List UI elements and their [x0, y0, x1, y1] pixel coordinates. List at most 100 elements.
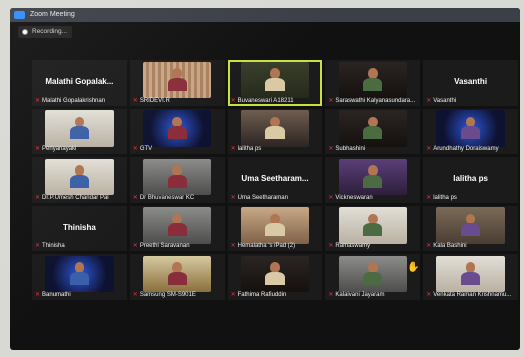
- record-icon: [22, 29, 28, 35]
- participant-body: [461, 271, 481, 285]
- participant-name-label: ✕ Ramaswamy: [328, 242, 418, 249]
- participant-body: [265, 77, 285, 91]
- participant-tile[interactable]: ✕ lalitha ps: [227, 108, 323, 154]
- participant-name-label: ✕ Hemalatha 's iPad (2): [231, 242, 321, 249]
- participant-video: [240, 255, 310, 293]
- participant-name-label: ✕ lalitha ps: [426, 194, 516, 201]
- participant-name: Malathi Gopalakrishnan: [42, 97, 106, 104]
- participant-tile[interactable]: ✕ Periyanayaki: [32, 108, 127, 154]
- gallery-grid: Malathi Gopalak... ✕ Malathi Gopalakrishna…: [32, 60, 518, 348]
- participant-video: [338, 61, 407, 99]
- participant-name-label: ✕ Subhashini: [328, 145, 418, 152]
- participant-tile[interactable]: ✕ Kalaivani Jayaram: [325, 254, 421, 300]
- participant-tile[interactable]: ✕ Ramaswamy: [325, 205, 421, 251]
- participant-body: [167, 126, 187, 140]
- participant-name-label: ✕ Venkata Raman Krishnamu...: [426, 291, 516, 298]
- participant-video: [45, 158, 114, 196]
- participant-head: [270, 262, 280, 273]
- mic-muted-icon: ✕: [328, 291, 334, 298]
- mic-muted-icon: ✕: [35, 194, 41, 201]
- mic-muted-icon: ✕: [132, 146, 138, 152]
- participant-video: [436, 207, 505, 244]
- participant-name: Fathima Rafiuddin: [237, 291, 287, 298]
- participant-name: Uma Seetharaman: [237, 194, 288, 201]
- participant-display-name: Thinisha: [62, 222, 96, 232]
- participant-figure: [69, 116, 89, 140]
- participant-body: [363, 174, 383, 188]
- mic-muted-icon: ✕: [328, 97, 334, 104]
- participant-name: Vickneswaran: [335, 194, 373, 201]
- participant-name: Dr.P.Umesh Chandar Pal: [42, 194, 109, 201]
- participant-name: lalitha ps: [433, 194, 457, 201]
- participant-tile[interactable]: ✕ Fathima Rafiuddin: [227, 254, 323, 300]
- participant-name-label: ✕ Thinisha: [35, 242, 125, 249]
- participant-body: [167, 174, 187, 188]
- participant-name: Venkata Raman Krishnamu...: [433, 291, 512, 298]
- participant-name: Subhashini: [335, 146, 366, 152]
- mic-muted-icon: ✕: [426, 194, 432, 201]
- participant-name: Banumathi: [42, 291, 71, 298]
- participant-video: [240, 207, 310, 244]
- participant-tile[interactable]: ✕ Hemalatha 's iPad (2): [227, 205, 323, 251]
- participant-name: SRIDEVI.R: [139, 97, 170, 104]
- mic-muted-icon: ✕: [426, 97, 432, 104]
- participant-name: Kala Bashini: [433, 243, 467, 249]
- participant-body: [461, 126, 481, 140]
- participant-tile[interactable]: ✕ Samsung SM-S901E: [129, 254, 225, 300]
- participant-display-name: Vasanthi: [454, 77, 488, 87]
- participant-tile[interactable]: ✕ GTV: [129, 108, 225, 154]
- participant-tile[interactable]: ✕ Vickneswaran: [325, 157, 421, 203]
- participant-tile[interactable]: ✕ Arundhathy Doraiswamy: [423, 108, 518, 154]
- participant-tile[interactable]: ✕ Dr Bhuvaneswar KC: [129, 157, 225, 203]
- recording-label: Recording...: [32, 28, 68, 35]
- participant-head: [367, 68, 378, 79]
- participant-video: [338, 110, 407, 147]
- participant-tile[interactable]: ✕ Subhashini: [325, 108, 421, 154]
- mic-muted-icon: ✕: [132, 194, 138, 201]
- participant-tile[interactable]: ✕ Kala Bashini: [423, 205, 518, 251]
- participant-figure: [363, 165, 383, 188]
- participant-figure: [461, 262, 481, 285]
- mic-muted-icon: ✕: [230, 243, 236, 249]
- mic-muted-icon: ✕: [426, 243, 432, 249]
- participant-name: Buvaneswari A18211: [237, 97, 294, 104]
- participant-video: [240, 61, 310, 99]
- participant-body: [69, 271, 89, 285]
- participant-tile[interactable]: Uma Seetharam... ✕ Uma Seetharaman: [227, 157, 323, 203]
- participant-tile[interactable]: ✕ Dr.P.Umesh Chandar Pal: [32, 157, 127, 203]
- participant-head: [270, 68, 280, 79]
- participant-head: [465, 262, 476, 273]
- recording-indicator[interactable]: Recording...: [18, 26, 73, 38]
- participant-tile[interactable]: ✕ Buvaneswari A18211: [227, 60, 323, 106]
- mic-muted-icon: ✕: [426, 291, 432, 298]
- participant-figure: [167, 262, 187, 285]
- participant-tile[interactable]: ✕ Venkata Raman Krishnamu...: [423, 254, 518, 300]
- participant-video: [45, 255, 114, 293]
- participant-tile[interactable]: Vasanthi ✕ Vasanthi: [423, 60, 518, 106]
- participant-tile[interactable]: ✕ Saraswathi Kalyanasundara...: [325, 60, 421, 106]
- participant-tile[interactable]: Thinisha ✕ Thinisha: [32, 205, 127, 251]
- participant-display-name: lalitha ps: [453, 174, 488, 184]
- participant-name: Ramaswamy: [335, 243, 371, 249]
- participant-tile[interactable]: ✕ Banumathi: [32, 254, 127, 300]
- participant-tile[interactable]: ✕ Preethi Saravanan: [129, 205, 225, 251]
- participant-figure: [69, 165, 89, 188]
- participant-tile[interactable]: ✕ SRIDEVI.R: [129, 60, 225, 106]
- participant-name-label: ✕ Banumathi: [35, 291, 125, 298]
- participant-body: [69, 126, 89, 140]
- participant-name-label: ✕ Uma Seetharaman: [231, 194, 321, 201]
- participant-video: [143, 110, 212, 147]
- participant-tile[interactable]: lalitha ps ✕ lalitha ps: [423, 157, 518, 203]
- participant-tile[interactable]: Malathi Gopalak... ✕ Malathi Gopalakrishna…: [32, 60, 127, 106]
- participant-name-label: ✕ Vasanthi: [426, 97, 516, 104]
- participant-name-label: ✕ Periyanayaki: [35, 145, 125, 152]
- participant-name: Arundhathy Doraiswamy: [433, 146, 499, 152]
- participant-body: [265, 223, 285, 237]
- participant-head: [367, 165, 378, 176]
- mic-muted-icon: ✕: [35, 97, 41, 104]
- participant-display-name: Uma Seetharam...: [241, 174, 309, 184]
- participant-figure: [167, 116, 187, 140]
- participant-figure: [69, 262, 89, 285]
- participant-video: [240, 110, 310, 147]
- participant-name-label: ✕ GTV: [133, 145, 223, 152]
